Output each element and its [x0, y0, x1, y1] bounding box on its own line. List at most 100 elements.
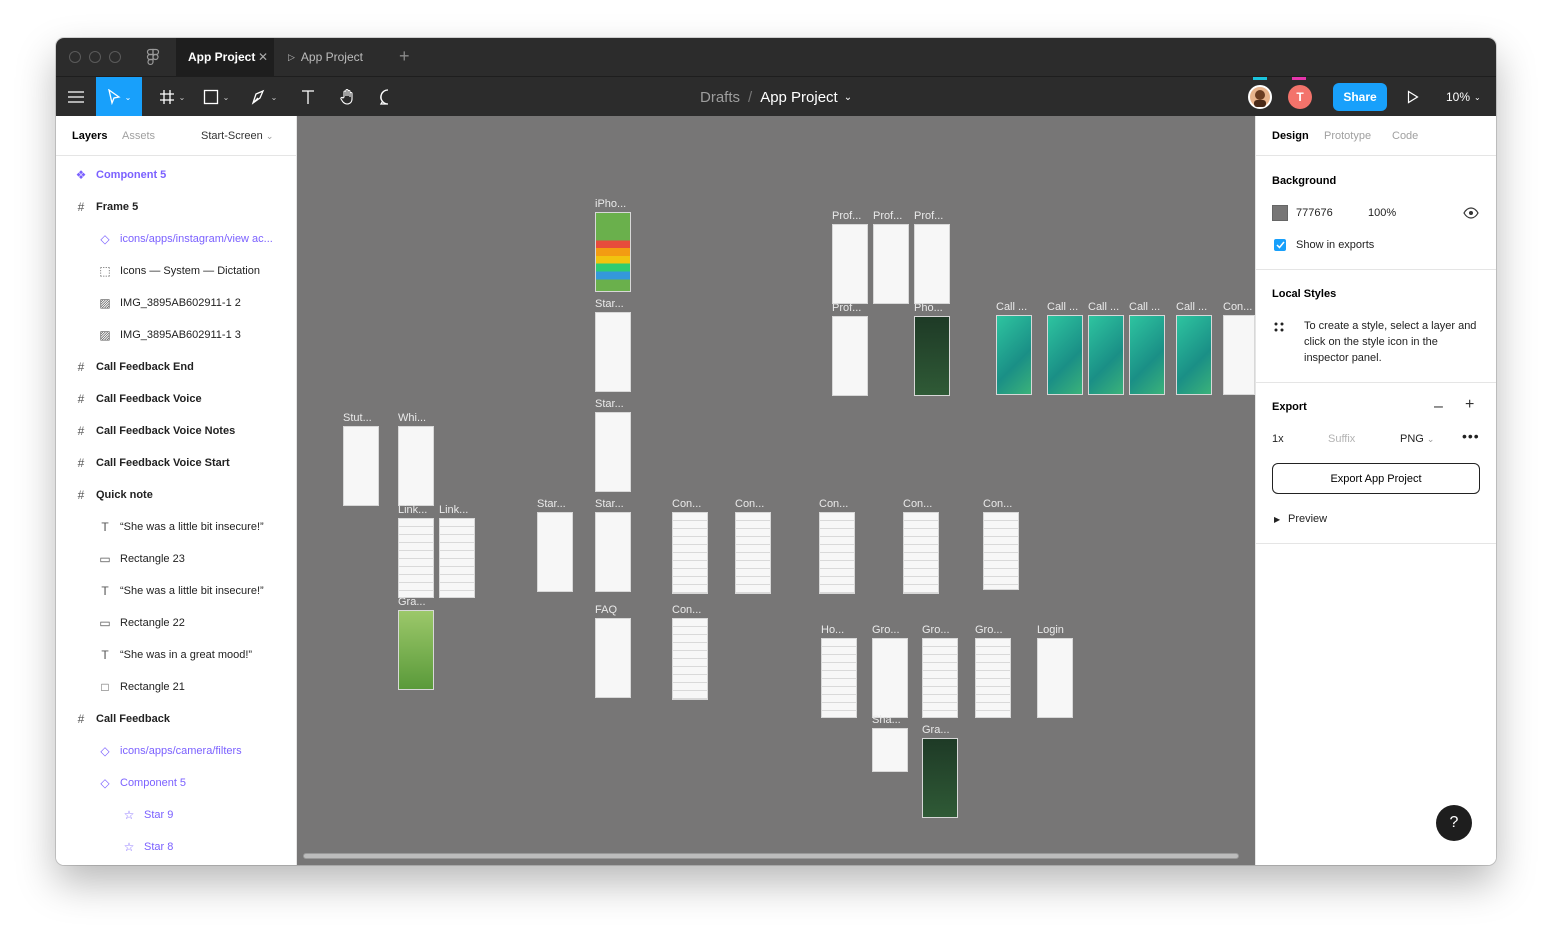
- layer-row[interactable]: ▨ IMG_3895AB602911-1 3: [56, 319, 296, 351]
- frame-thumbnail[interactable]: [672, 512, 708, 594]
- frame-label[interactable]: Call ...: [1129, 301, 1160, 313]
- frame-thumbnail[interactable]: [819, 512, 855, 594]
- frame-label[interactable]: Con...: [672, 498, 701, 510]
- frame-thumbnail[interactable]: [975, 638, 1011, 718]
- export-app-project-button[interactable]: Export App Project: [1272, 463, 1480, 494]
- shape-tool-button[interactable]: ⌄: [196, 77, 236, 117]
- tab-assets[interactable]: Assets: [122, 130, 155, 142]
- tab-design[interactable]: Design: [1272, 130, 1309, 142]
- frame-label[interactable]: Con...: [819, 498, 848, 510]
- frame-thumbnail[interactable]: [1047, 315, 1083, 395]
- layer-row[interactable]: # Call Feedback Voice Notes: [56, 415, 296, 447]
- frame-label[interactable]: Prof...: [873, 210, 902, 222]
- user-avatar-initial[interactable]: T: [1288, 85, 1312, 109]
- page-selector[interactable]: Start-Screen ⌄: [201, 130, 273, 142]
- frame-label[interactable]: Prof...: [832, 210, 861, 222]
- frame-thumbnail[interactable]: [903, 512, 939, 594]
- frame-label[interactable]: Prof...: [832, 302, 861, 314]
- frame-label[interactable]: Star...: [595, 298, 624, 310]
- frame-label[interactable]: iPho...: [595, 198, 626, 210]
- frame-label[interactable]: Gro...: [872, 624, 900, 636]
- frame-label[interactable]: Call ...: [1176, 301, 1207, 313]
- tab-prototype[interactable]: Prototype: [1324, 130, 1371, 142]
- frame-thumbnail[interactable]: [672, 618, 708, 700]
- layer-row[interactable]: ▨ IMG_3895AB602911-1 2: [56, 287, 296, 319]
- text-tool-button[interactable]: [288, 77, 328, 117]
- move-tool-button[interactable]: ⌄: [96, 77, 142, 117]
- eye-visibility-icon[interactable]: [1463, 206, 1479, 224]
- frame-thumbnail[interactable]: [398, 426, 434, 506]
- close-window-button[interactable]: [69, 51, 81, 63]
- pen-tool-button[interactable]: ⌄: [244, 77, 284, 117]
- background-hex-value[interactable]: 777676: [1296, 207, 1333, 219]
- frame-label[interactable]: Stut...: [343, 412, 372, 424]
- hand-tool-button[interactable]: [328, 77, 368, 117]
- maximize-window-button[interactable]: [109, 51, 121, 63]
- close-tab-icon[interactable]: ✕: [258, 50, 268, 64]
- frame-thumbnail[interactable]: [1129, 315, 1165, 395]
- breadcrumb-file-name[interactable]: App Project: [760, 89, 838, 106]
- preview-toggle[interactable]: Preview: [1288, 513, 1327, 525]
- frame-thumbnail[interactable]: [832, 224, 868, 304]
- background-opacity-value[interactable]: 100%: [1368, 207, 1396, 219]
- frame-label[interactable]: Gra...: [922, 724, 950, 736]
- frame-thumbnail[interactable]: [914, 316, 950, 396]
- frame-label[interactable]: Gro...: [975, 624, 1003, 636]
- frame-label[interactable]: Star...: [595, 398, 624, 410]
- tab-app-project-active[interactable]: App Project ✕: [176, 38, 274, 76]
- layer-row[interactable]: # Frame 5: [56, 191, 296, 223]
- layer-row[interactable]: # Call Feedback Voice Start: [56, 447, 296, 479]
- tab-code[interactable]: Code: [1392, 130, 1418, 142]
- frame-label[interactable]: Call ...: [996, 301, 1027, 313]
- frame-label[interactable]: Pho...: [914, 302, 943, 314]
- frame-label[interactable]: Link...: [398, 504, 427, 516]
- new-tab-plus-icon[interactable]: +: [399, 47, 410, 65]
- layer-row[interactable]: ⬚ Icons — System — Dictation: [56, 255, 296, 287]
- export-format-select[interactable]: PNG ⌄: [1400, 433, 1434, 445]
- layer-row[interactable]: ☆ Star 9: [56, 799, 296, 831]
- user-avatar-photo[interactable]: [1248, 85, 1272, 109]
- frame-label[interactable]: Whi...: [398, 412, 426, 424]
- frame-label[interactable]: FAQ: [595, 604, 617, 616]
- export-suffix-input[interactable]: Suffix: [1328, 433, 1355, 445]
- layer-row[interactable]: T “She was in a great mood!”: [56, 639, 296, 671]
- layer-row[interactable]: ▭ Rectangle 23: [56, 543, 296, 575]
- frame-label[interactable]: Gra...: [398, 596, 426, 608]
- tab-layers[interactable]: Layers: [72, 130, 107, 142]
- minimize-window-button[interactable]: [89, 51, 101, 63]
- layer-row[interactable]: T “She was a little bit insecure!”: [56, 575, 296, 607]
- frame-thumbnail[interactable]: [595, 618, 631, 698]
- frame-thumbnail[interactable]: [735, 512, 771, 594]
- help-button[interactable]: ?: [1436, 805, 1472, 841]
- show-in-exports-checkbox[interactable]: [1274, 239, 1286, 251]
- layer-row[interactable]: ☆ Star 8: [56, 831, 296, 863]
- frame-thumbnail[interactable]: [595, 512, 631, 592]
- frame-thumbnail[interactable]: [343, 426, 379, 506]
- layer-row[interactable]: ❖ Component 5: [56, 159, 296, 191]
- layer-row[interactable]: ◇ Component 5: [56, 767, 296, 799]
- frame-thumbnail[interactable]: [537, 512, 573, 592]
- frame-thumbnail[interactable]: [439, 518, 475, 598]
- frame-thumbnail[interactable]: [922, 738, 958, 818]
- share-button[interactable]: Share: [1333, 83, 1387, 111]
- layer-row[interactable]: # Call Feedback Voice: [56, 383, 296, 415]
- frame-thumbnail[interactable]: [821, 638, 857, 718]
- frame-label[interactable]: Call ...: [1088, 301, 1119, 313]
- frame-thumbnail[interactable]: [832, 316, 868, 396]
- layer-row[interactable]: # Quick note: [56, 479, 296, 511]
- frame-thumbnail[interactable]: [872, 638, 908, 718]
- frame-thumbnail[interactable]: [914, 224, 950, 304]
- design-canvas[interactable]: iPho... Star... Star... Stut... Whi... Link..…: [297, 116, 1255, 865]
- frame-thumbnail[interactable]: [1176, 315, 1212, 395]
- frame-thumbnail[interactable]: [996, 315, 1032, 395]
- layer-row[interactable]: □ Rectangle 21: [56, 671, 296, 703]
- frame-label[interactable]: Gro...: [922, 624, 950, 636]
- add-export-plus-icon[interactable]: +: [1465, 396, 1474, 414]
- layer-row[interactable]: ▭ Rectangle 22: [56, 607, 296, 639]
- frame-label[interactable]: Con...: [1223, 301, 1252, 313]
- frame-thumbnail[interactable]: [595, 312, 631, 392]
- figma-logo-icon[interactable]: [144, 48, 162, 66]
- frame-label[interactable]: Login: [1037, 624, 1064, 636]
- tab-app-project-prototype[interactable]: ▷ App Project: [276, 38, 386, 76]
- chevron-down-icon[interactable]: ⌄: [844, 92, 852, 103]
